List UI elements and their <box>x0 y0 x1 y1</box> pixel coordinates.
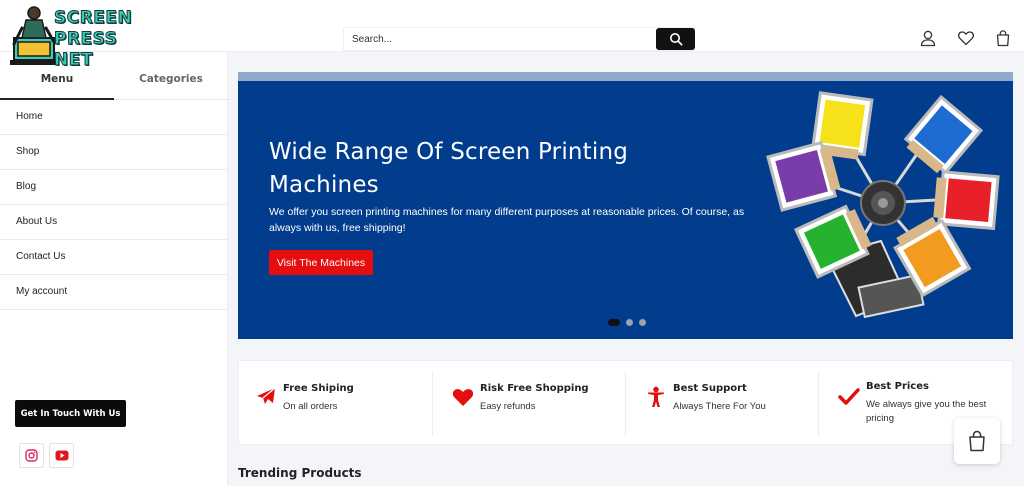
sidebar: Menu Categories Home Shop Blog About Us … <box>0 52 228 486</box>
feature-divider <box>432 371 433 436</box>
sidebar-item-home[interactable]: Home <box>0 100 228 135</box>
slider-dots <box>608 318 652 326</box>
feature-divider <box>818 371 819 436</box>
feature-free-shipping: Free Shiping On all orders <box>239 361 432 446</box>
hero-description: We offer you screen printing machines fo… <box>269 206 745 234</box>
sidebar-menu: Home Shop Blog About Us Contact Us My ac… <box>0 100 228 310</box>
get-in-touch-button[interactable]: Get In Touch With Us <box>15 400 126 427</box>
instagram-link[interactable] <box>19 443 44 468</box>
trending-products-heading: Trending Products <box>238 466 362 480</box>
floating-cart-button[interactable] <box>954 418 1000 464</box>
sidebar-item-contact-us[interactable]: Contact Us <box>0 240 228 275</box>
airplane-icon <box>257 387 276 404</box>
feature-title: Best Prices <box>866 381 929 392</box>
sidebar-item-about-us[interactable]: About Us <box>0 205 228 240</box>
features-bar: Free Shiping On all orders Risk Free Sho… <box>238 360 1013 445</box>
logo-text: SCREEN PRESS NET <box>53 8 133 71</box>
youtube-icon <box>55 450 68 461</box>
feature-risk-free-shopping: Risk Free Shopping Easy refunds <box>436 361 629 446</box>
feature-subtitle: Easy refunds <box>480 401 536 412</box>
feature-subtitle: On all orders <box>283 401 338 412</box>
site-logo[interactable]: SCREEN PRESS NET <box>8 4 133 71</box>
feature-title: Free Shiping <box>283 383 354 394</box>
checkmark-icon <box>838 388 860 405</box>
feature-subtitle: Always There For You <box>673 401 766 412</box>
slider-dot-2[interactable] <box>626 318 633 326</box>
tab-categories[interactable]: Categories <box>114 69 228 100</box>
search-bar <box>343 27 695 51</box>
heart-icon <box>452 389 474 406</box>
support-person-icon <box>648 386 664 407</box>
tab-menu[interactable]: Menu <box>0 69 114 100</box>
sidebar-item-blog[interactable]: Blog <box>0 170 228 205</box>
feature-title: Risk Free Shopping <box>480 383 589 394</box>
screen-printing-machine-image <box>766 91 1000 319</box>
hero-top-strip <box>238 72 1013 81</box>
sidebar-item-shop[interactable]: Shop <box>0 135 228 170</box>
slider-dot-3[interactable] <box>639 318 646 326</box>
search-input[interactable] <box>344 28 656 50</box>
bag-icon <box>969 430 985 452</box>
instagram-icon <box>25 449 38 462</box>
search-icon <box>669 33 682 46</box>
search-button[interactable] <box>656 28 695 50</box>
feature-best-support: Best Support Always There For You <box>629 361 822 446</box>
sidebar-item-my-account[interactable]: My account <box>0 275 228 310</box>
slider-dot-1[interactable] <box>608 318 620 326</box>
feature-title: Best Support <box>673 383 747 394</box>
site-header <box>0 0 1024 52</box>
hero-slider: Wide Range Of Screen Printing Machines W… <box>238 81 1013 339</box>
sidebar-tabs: Menu Categories <box>0 69 228 100</box>
bag-icon[interactable] <box>994 29 1012 47</box>
user-icon[interactable] <box>919 29 937 47</box>
visit-machines-button[interactable]: Visit The Machines <box>269 250 373 275</box>
feature-divider <box>625 371 626 436</box>
heart-icon[interactable] <box>957 29 975 47</box>
hero-title: Wide Range Of Screen Printing Machines <box>269 139 629 198</box>
logo-printer-icon <box>10 6 58 65</box>
youtube-link[interactable] <box>49 443 74 468</box>
